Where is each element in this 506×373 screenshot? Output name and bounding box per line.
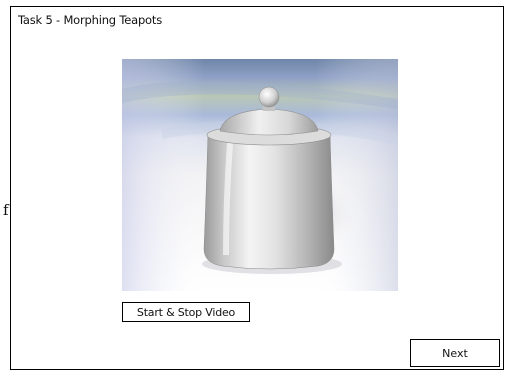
stray-character: f — [3, 201, 9, 219]
task-window: Task 5 - Morphing Teapots Start & Stop V… — [10, 6, 504, 370]
next-button[interactable]: Next — [410, 339, 500, 367]
teapot-video-frame — [122, 59, 398, 291]
window-title: Task 5 - Morphing Teapots — [18, 13, 162, 27]
teapot-render — [122, 59, 398, 291]
start-stop-video-button[interactable]: Start & Stop Video — [122, 302, 250, 322]
